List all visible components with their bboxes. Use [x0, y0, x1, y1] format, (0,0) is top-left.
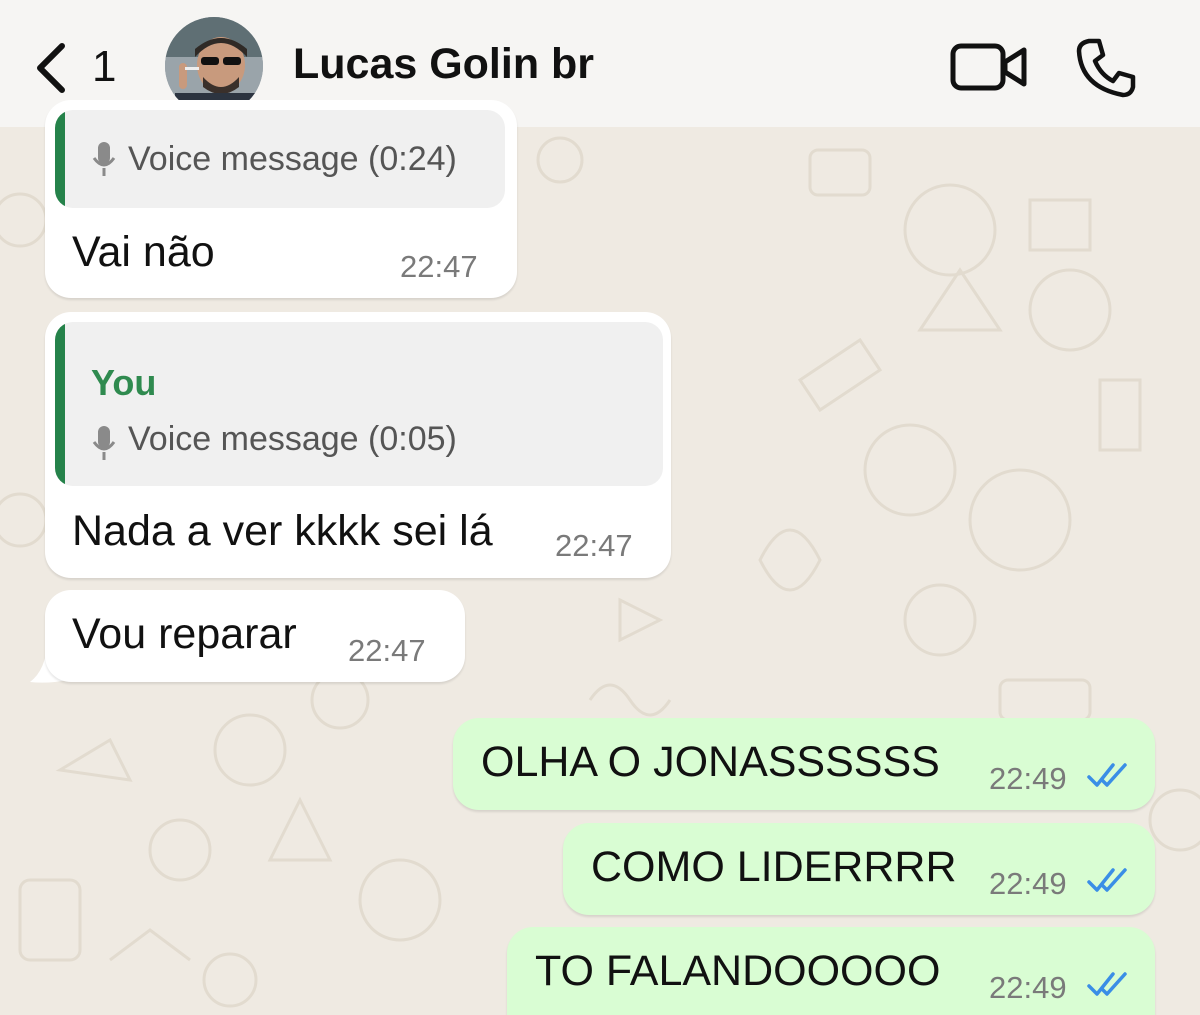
message-text: OLHA O JONASSSSSS — [481, 738, 940, 786]
quoted-voice-message-label: Voice message (0:24) — [128, 140, 457, 178]
phone-icon[interactable] — [1075, 37, 1137, 99]
message-time: 22:49 — [989, 761, 1067, 796]
message-time: 22:47 — [400, 249, 478, 284]
quote-accent-bar — [55, 322, 65, 486]
message-bubble[interactable]: You Voice message (0:05) Nada a ver kkkk… — [45, 312, 671, 578]
chevron-left-icon[interactable] — [32, 40, 72, 96]
message-bubble[interactable]: COMO LIDERRRR 22:49 — [563, 823, 1155, 915]
message-text: Vou reparar — [72, 610, 297, 658]
message-bubble[interactable]: Voice message (0:24) Vai não 22:47 — [45, 100, 517, 298]
contact-name[interactable]: Lucas Golin br — [293, 40, 594, 89]
message-text: Nada a ver kkkk sei lá — [72, 507, 493, 555]
message-time: 22:49 — [989, 866, 1067, 901]
microphone-icon — [92, 142, 116, 176]
message-bubble[interactable]: TO FALANDOOOOO 22:49 — [507, 927, 1155, 1015]
quoted-author: You — [91, 362, 157, 403]
quoted-message[interactable]: Voice message (0:24) — [55, 110, 505, 208]
message-time: 22:47 — [555, 528, 633, 563]
microphone-icon — [92, 426, 116, 460]
quote-accent-bar — [55, 110, 65, 208]
message-bubble[interactable]: OLHA O JONASSSSSS 22:49 — [453, 718, 1155, 810]
quoted-message[interactable]: You Voice message (0:05) — [55, 322, 663, 486]
video-call-icon[interactable] — [950, 40, 1028, 94]
message-time: 22:47 — [348, 633, 426, 668]
message-time: 22:49 — [989, 970, 1067, 1005]
read-receipt-icon — [1087, 763, 1127, 787]
message-text: Vai não — [72, 228, 215, 276]
message-text: TO FALANDOOOOO — [535, 947, 941, 995]
quoted-voice-message-label: Voice message (0:05) — [128, 420, 457, 458]
read-receipt-icon — [1087, 868, 1127, 892]
message-bubble[interactable]: Vou reparar 22:47 — [45, 590, 465, 682]
message-text: COMO LIDERRRR — [591, 843, 957, 891]
read-receipt-icon — [1087, 972, 1127, 996]
unread-count[interactable]: 1 — [92, 42, 116, 92]
